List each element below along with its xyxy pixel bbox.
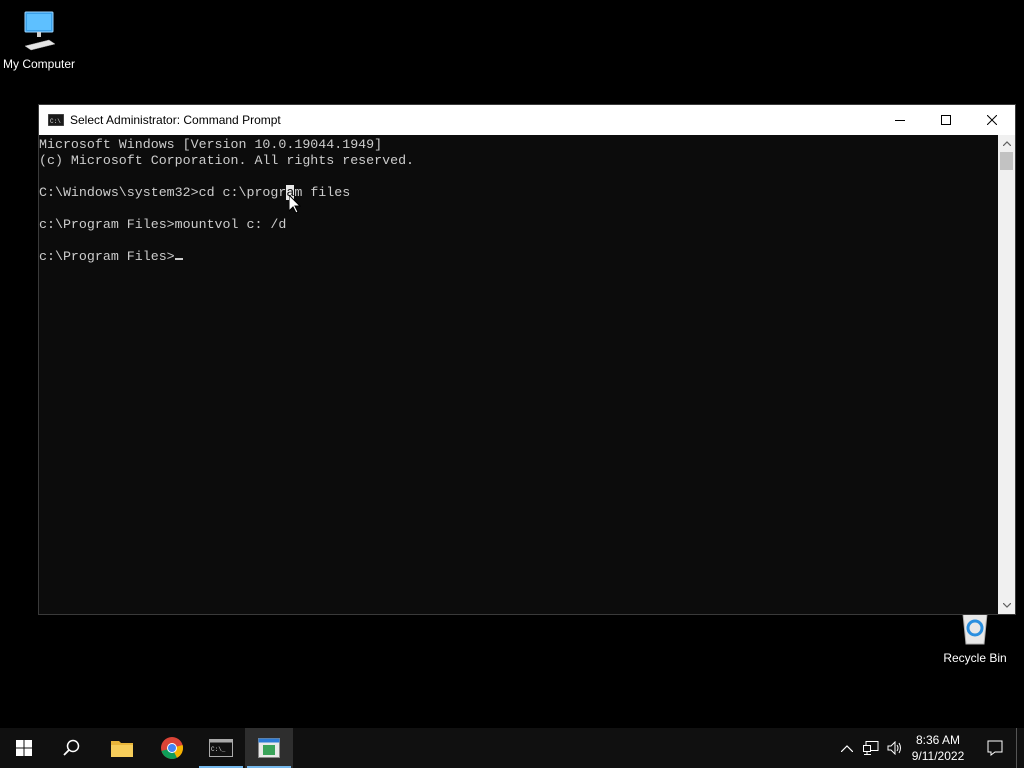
console-line: C:\Windows\system32>cd c:\program files (39, 185, 999, 201)
console-line: Microsoft Windows [Version 10.0.19044.19… (39, 137, 383, 152)
window-title: Select Administrator: Command Prompt (70, 113, 281, 127)
console-text: C:\Windows\system32>cd c:\progr (39, 185, 287, 200)
chrome-icon (161, 737, 184, 759)
command-prompt-window[interactable]: C:\ Select Administrator: Command Prompt… (38, 104, 1016, 615)
chevron-up-icon (841, 744, 853, 752)
console-prompt: c:\Program Files> (39, 249, 175, 264)
taskbar: C:\_ 8:36 AM 9/11/2022 (0, 728, 1024, 768)
computer-icon (24, 11, 56, 51)
show-desktop-button[interactable] (1016, 728, 1017, 768)
clock-date: 9/11/2022 (911, 749, 965, 763)
speaker-icon (887, 741, 901, 755)
action-center-button[interactable] (980, 728, 1010, 768)
active-window-taskbar-button[interactable] (245, 728, 293, 768)
volume-button[interactable] (884, 728, 906, 768)
command-prompt-icon: C:\_ (209, 739, 233, 757)
console-prompt-line: c:\Program Files> (39, 249, 999, 265)
search-button[interactable] (48, 728, 96, 768)
command-prompt-taskbar-button[interactable]: C:\_ (197, 728, 245, 768)
notification-icon (987, 740, 1003, 756)
minimize-icon (895, 120, 905, 121)
show-hidden-icons-button[interactable] (836, 728, 858, 768)
recycle-bin-desktop-icon[interactable]: Recycle Bin (930, 612, 1020, 665)
scroll-down-button[interactable] (998, 597, 1015, 614)
search-icon (63, 739, 80, 756)
scroll-up-button[interactable] (998, 135, 1015, 152)
vertical-scrollbar[interactable] (998, 135, 1015, 614)
network-button[interactable] (860, 728, 882, 768)
console-text: m files (294, 185, 351, 200)
chevron-down-icon (1002, 603, 1011, 608)
close-icon (987, 115, 997, 125)
console-output[interactable]: Microsoft Windows [Version 10.0.19044.19… (39, 135, 999, 614)
scroll-thumb[interactable] (1000, 152, 1013, 170)
console-line: c:\Program Files>mountvol c: /d (39, 217, 287, 232)
start-button[interactable] (0, 728, 48, 768)
window-app-icon (258, 738, 280, 758)
folder-icon (111, 741, 133, 757)
command-prompt-icon: C:\ (48, 114, 64, 126)
text-cursor (174, 258, 183, 260)
maximize-icon (941, 115, 951, 125)
svg-text:C:\_: C:\_ (211, 746, 226, 753)
recycle-bin-label: Recycle Bin (943, 651, 1007, 665)
window-titlebar[interactable]: C:\ Select Administrator: Command Prompt (39, 105, 1015, 135)
maximize-button[interactable] (923, 105, 969, 135)
console-line: (c) Microsoft Corporation. All rights re… (39, 153, 415, 168)
close-button[interactable] (969, 105, 1015, 135)
file-explorer-taskbar-button[interactable] (98, 728, 146, 768)
recycle-bin-icon (962, 613, 988, 645)
network-icon (863, 741, 879, 755)
svg-text:C:\: C:\ (50, 118, 61, 125)
clock-time: 8:36 AM (915, 733, 961, 747)
windows-logo-icon (16, 740, 32, 756)
my-computer-desktop-icon[interactable]: My Computer (0, 8, 84, 71)
mouse-pointer-icon (289, 195, 301, 214)
chevron-up-icon (1002, 141, 1011, 146)
minimize-button[interactable] (877, 105, 923, 135)
chrome-taskbar-button[interactable] (148, 728, 196, 768)
system-tray: 8:36 AM 9/11/2022 (824, 728, 1024, 768)
my-computer-label: My Computer (2, 57, 76, 71)
clock-button[interactable]: 8:36 AM 9/11/2022 (906, 732, 970, 764)
